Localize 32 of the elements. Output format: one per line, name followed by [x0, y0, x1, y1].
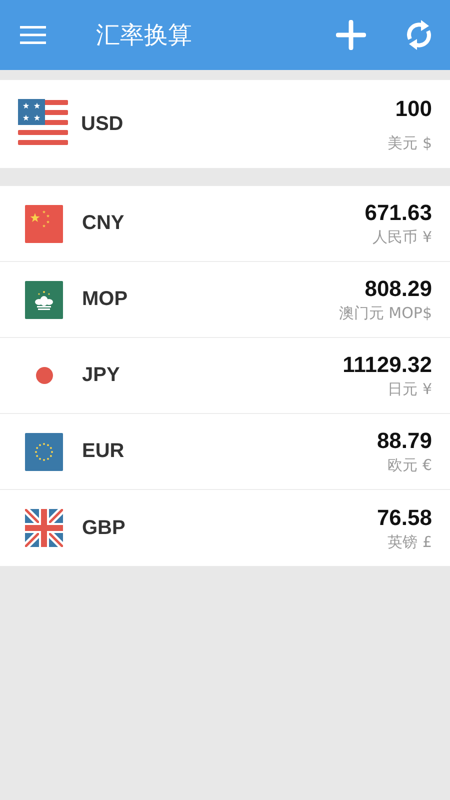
currency-name: 人民币 ¥: [372, 228, 432, 247]
currency-name: 日元 ¥: [388, 380, 432, 399]
currency-row[interactable]: GBP 76.58 英镑 £: [0, 490, 450, 566]
menu-icon[interactable]: [20, 25, 46, 45]
amount-value: 671.63: [364, 200, 432, 226]
flag-icon: [25, 509, 63, 547]
currency-code: CNY: [82, 212, 126, 235]
flag-icon: [25, 204, 63, 242]
currency-name: 英镑 £: [388, 532, 432, 552]
app-title: 汇率换算: [96, 20, 193, 51]
add-icon[interactable]: [336, 20, 366, 50]
amount-value: 808.29: [364, 276, 432, 302]
amount-value: 88.79: [376, 428, 432, 454]
currency-code: JPY: [82, 364, 121, 387]
currency-code: EUR: [82, 440, 126, 463]
refresh-icon[interactable]: [404, 19, 434, 51]
currency-code: USD: [81, 112, 124, 136]
amount-value: 11129.32: [342, 352, 432, 378]
currency-code: GBP: [82, 516, 126, 540]
currency-row[interactable]: MOP 808.29 澳门元 MOP$: [0, 262, 450, 338]
currency-name: 澳门元 MOP$: [338, 304, 432, 323]
currency-name: 欧元 €: [388, 456, 432, 475]
currency-code: MOP: [82, 288, 129, 311]
flag-icon: [25, 280, 63, 318]
amount-value: 76.58: [376, 504, 432, 530]
currency-row[interactable]: JPY 11129.32 日元 ¥: [0, 338, 450, 414]
currency-name: 美元 $: [388, 134, 432, 152]
currency-row[interactable]: CNY 671.63 人民币 ¥: [0, 186, 450, 262]
currency-row[interactable]: EUR 88.79 欧元 €: [0, 414, 450, 490]
flag-icon: [25, 432, 63, 470]
flag-icon: [36, 367, 52, 384]
amount-value[interactable]: 100: [395, 96, 432, 122]
